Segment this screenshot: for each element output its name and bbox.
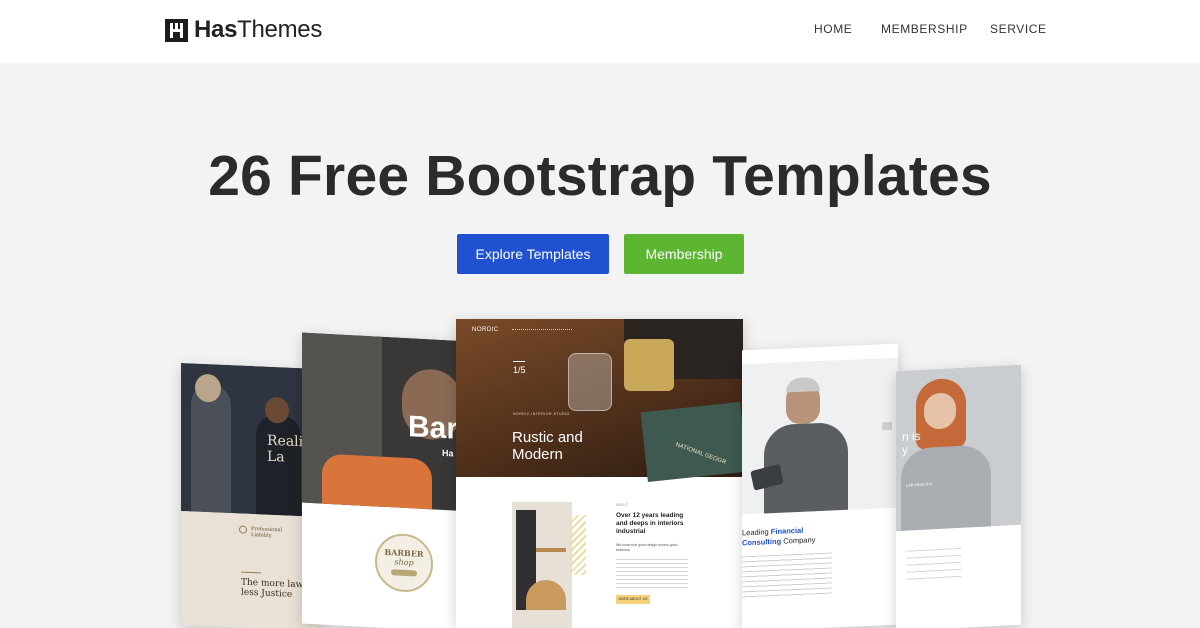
consulting-headline-2: Consulting Company — [742, 535, 816, 548]
about-label: ABOUT — [616, 503, 629, 507]
slide-counter: 1/5 — [513, 365, 526, 375]
brand-name: HasThemes — [194, 16, 323, 43]
nav-membership[interactable]: MEMBERSHIP — [881, 22, 968, 36]
logo-icon — [165, 18, 188, 42]
barber-sub-text: Ha — [442, 447, 454, 459]
barber-hero-image: Bar Ha — [302, 332, 472, 512]
barber-hero-text: Bar — [408, 410, 459, 446]
legal-hero-image: Realit La — [181, 362, 321, 518]
more-about-us-button[interactable]: MORE ABOUT US — [616, 595, 650, 604]
barber-shop-logo: BARBER shop — [375, 532, 433, 594]
template-preview-consulting[interactable]: Leading Financial Consulting Company — [742, 343, 898, 628]
nordic-hero-image: NORDIC 1/5 NORDIC INTERIOR STUDIO Rustic… — [456, 319, 743, 483]
site-header: HasThemes HOME MEMBERSHIP SERVICE — [0, 0, 1200, 63]
membership-button[interactable]: Membership — [624, 234, 744, 274]
template-preview-barber[interactable]: Bar Ha BARBER shop — [302, 332, 472, 628]
about-title: Over 12 years leading and deeps in inter… — [616, 512, 684, 535]
template-preview-health[interactable]: n is y LAB HEALTHY — [896, 364, 1021, 628]
check-icon — [239, 525, 247, 534]
consulting-hero-image — [742, 343, 898, 515]
nordic-headline-line-2: Modern — [512, 446, 563, 463]
legal-badge: Professional Liability — [251, 526, 283, 539]
nordic-interior-image — [512, 502, 572, 628]
nav-home[interactable]: HOME — [814, 22, 852, 36]
health-hero-text: n is y — [902, 428, 921, 457]
brand-logo[interactable]: HasThemes — [165, 16, 323, 43]
nordic-headline-line-1: Rustic and — [512, 429, 583, 446]
template-preview-legal[interactable]: Realit La Professional Liability The mor… — [181, 362, 321, 628]
template-preview-nordic[interactable]: NORDIC 1/5 NORDIC INTERIOR STUDIO Rustic… — [456, 319, 743, 628]
nordic-kicker: NORDIC INTERIOR STUDIO — [513, 412, 570, 416]
about-subtitle: We know that good design means good busi… — [616, 543, 678, 552]
explore-templates-button[interactable]: Explore Templates — [457, 234, 609, 274]
health-hero-image: n is y LAB HEALTHY — [896, 364, 1021, 532]
nordic-brand: NORDIC — [472, 327, 499, 333]
page-title: 26 Free Bootstrap Templates — [208, 144, 992, 208]
legal-content: Professional Liability The more law, the… — [181, 510, 321, 628]
nav-service[interactable]: SERVICE — [990, 22, 1047, 36]
